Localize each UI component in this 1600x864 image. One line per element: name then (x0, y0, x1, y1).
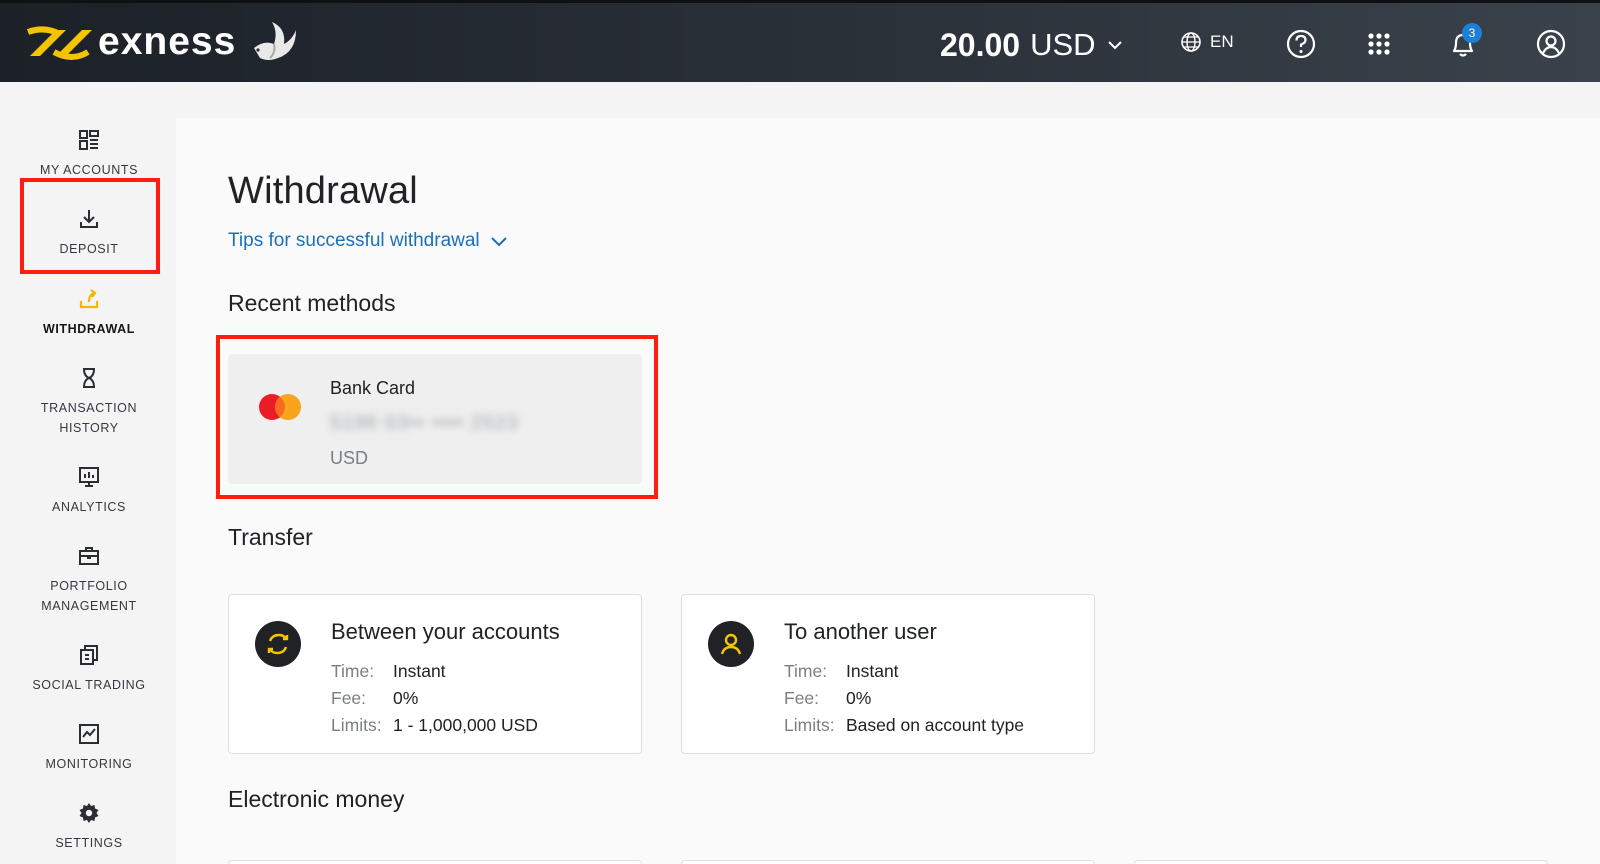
sidebar-item-social-trading[interactable]: SOCIAL TRADING (18, 643, 160, 695)
question-icon (1286, 29, 1316, 59)
sidebar-item-label: MY ACCOUNTS (39, 163, 139, 177)
copy-icon (80, 645, 98, 665)
time-value: Instant (846, 661, 899, 681)
time-label: Time: (784, 661, 828, 681)
presentation-icon (79, 467, 99, 487)
fee-value: 0% (393, 688, 419, 708)
sidebar-item-label: ANALYTICS (52, 500, 126, 514)
sidebar-item-analytics[interactable]: ANALYTICS (18, 465, 160, 517)
sidebar-item-label: WITHDRAWAL (42, 322, 136, 336)
chart-icon (79, 724, 99, 744)
sidebar-item-my-accounts[interactable]: MY ACCOUNTS (18, 128, 160, 180)
limits-label: Limits: (784, 715, 835, 735)
time-value: Instant (393, 661, 446, 681)
sidebar-item-portfolio-management[interactable]: PORTFOLIO MANAGEMENT (18, 544, 160, 616)
sidebar-item-withdrawal[interactable]: WITHDRAWAL (18, 287, 160, 339)
top-bar: exness 20.00 USD EN 3 (0, 0, 1600, 82)
transfer-fee-row: Fee: 0% (784, 688, 871, 709)
chevron-down-icon (1107, 41, 1122, 50)
electronic-money-card[interactable] (681, 860, 1095, 864)
limits-value: Based on account type (846, 715, 1025, 735)
tips-link[interactable]: Tips for successful withdrawal (228, 230, 508, 252)
logo-text: exness (98, 20, 237, 63)
transfer-title: Transfer (228, 524, 313, 550)
transfer-time-row: Time: Instant (784, 661, 899, 682)
language-code: EN (1210, 32, 1234, 51)
dove-icon (254, 22, 297, 60)
transfer-title: To another user (784, 619, 937, 644)
sidebar-item-label: PORTFOLIO MANAGEMENT (41, 579, 137, 613)
grid-icon (1368, 33, 1390, 55)
logo-mark-icon (26, 26, 92, 60)
transfer-limits-row: Limits: Based on account type (784, 715, 1024, 736)
sidebar-item-label: SETTINGS (55, 836, 123, 850)
fee-value: 0% (846, 688, 872, 708)
electronic-money-title: Electronic money (228, 786, 405, 812)
limits-label: Limits: (331, 715, 382, 735)
sidebar-item-label: SOCIAL TRADING (32, 678, 146, 692)
balance-amount: 20.00 (940, 26, 1021, 63)
recent-methods-title: Recent methods (228, 290, 396, 316)
sidebar-item-settings[interactable]: SETTINGS (18, 801, 160, 853)
user-circle-icon (1536, 29, 1566, 59)
profile-button[interactable] (1534, 27, 1568, 61)
gear-icon (79, 803, 99, 823)
notifications-badge: 3 (1462, 23, 1482, 43)
fee-label: Fee: (331, 688, 367, 708)
transfer-time-row: Time: Instant (331, 661, 446, 682)
exness-logo[interactable]: exness (26, 17, 298, 67)
bank-card-highlight-frame (216, 335, 658, 499)
transfer-limits-row: Limits: 1 - 1,000,000 USD (331, 715, 538, 736)
transfer-to-another-user[interactable]: To another user Time: Instant Fee: 0% Li… (681, 594, 1095, 754)
user-icon (708, 621, 754, 667)
apps-button[interactable] (1362, 27, 1396, 61)
exchange-icon (255, 621, 301, 667)
hourglass-icon (83, 368, 95, 388)
page-title: Withdrawal (228, 170, 418, 212)
language-selector[interactable]: EN (1180, 31, 1234, 53)
upload-icon (79, 289, 99, 309)
briefcase-icon (79, 547, 99, 565)
dashboard-icon (79, 130, 99, 150)
transfer-title: Between your accounts (331, 619, 560, 644)
tips-link-label: Tips for successful withdrawal (228, 230, 480, 251)
balance-currency: USD (1030, 27, 1096, 62)
chevron-down-icon (490, 237, 507, 247)
sidebar-item-transaction-history[interactable]: TRANSACTION HISTORY (18, 366, 160, 438)
help-button[interactable] (1284, 27, 1318, 61)
limits-value: 1 - 1,000,000 USD (393, 715, 538, 735)
transfer-fee-row: Fee: 0% (331, 688, 418, 709)
sidebar-item-label: TRANSACTION HISTORY (40, 401, 138, 435)
electronic-money-card[interactable] (228, 860, 642, 864)
transfer-between-accounts[interactable]: Between your accounts Time: Instant Fee:… (228, 594, 642, 754)
fee-label: Fee: (784, 688, 820, 708)
electronic-money-card[interactable] (1134, 860, 1548, 864)
sidebar-item-monitoring[interactable]: MONITORING (18, 722, 160, 774)
time-label: Time: (331, 661, 375, 681)
balance-selector[interactable]: 20.00 USD (940, 24, 1124, 66)
globe-icon (1181, 32, 1201, 52)
sidebar-item-label: MONITORING (45, 757, 133, 771)
withdrawal-highlight-frame (20, 178, 160, 274)
